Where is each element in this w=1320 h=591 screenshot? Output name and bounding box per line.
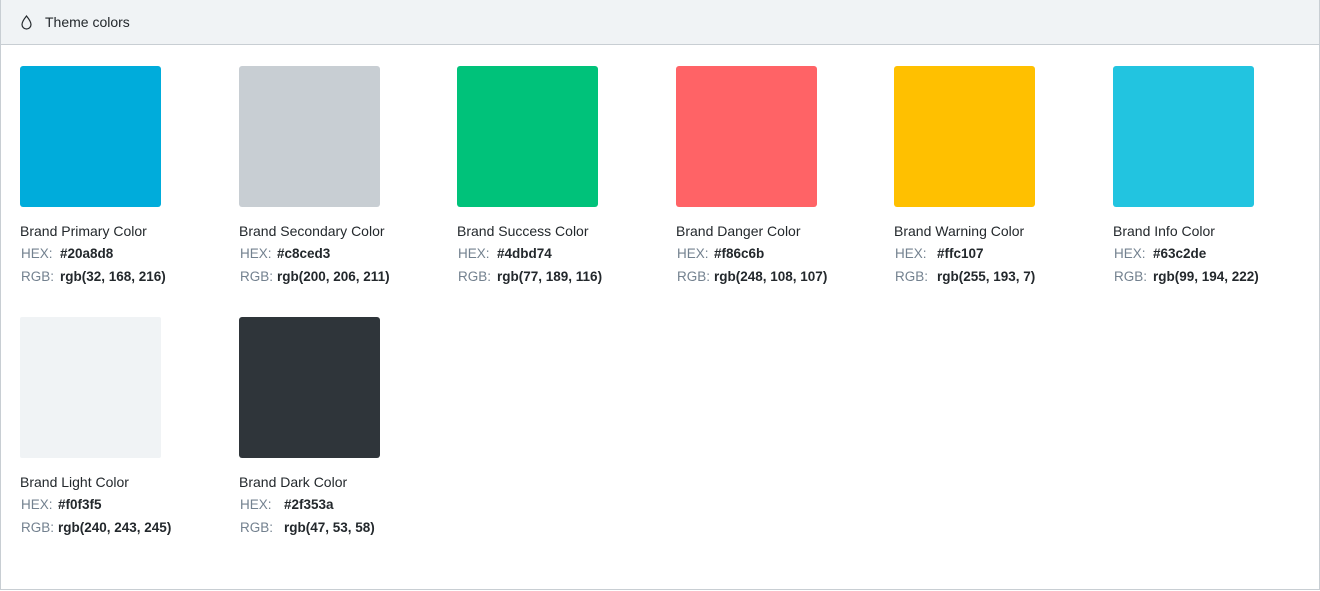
rgb-value: rgb(99, 194, 222) [1153, 269, 1259, 284]
rgb-label: RGB: [895, 269, 929, 284]
swatch-success: Brand Success Color HEX: #4dbd74 RGB: rgb(… [457, 66, 677, 285]
color-box [20, 66, 161, 207]
swatch-info: Brand Info Color HEX: #63c2de RGB: rgb(99,… [1113, 66, 1320, 285]
swatch-title: Brand Info Color [1113, 223, 1215, 239]
color-box [457, 66, 598, 207]
rgb-value: rgb(240, 243, 245) [58, 520, 172, 535]
swatch-danger: Brand Danger Color HEX: #f86c6b RGB: rgb(2… [676, 66, 896, 285]
hex-label: HEX: [458, 246, 490, 261]
drop-icon [19, 14, 33, 30]
hex-label: HEX: [21, 246, 53, 261]
hex-value: #f86c6b [714, 246, 765, 261]
swatch-primary: Brand Primary Color HEX: #20a8d8 RGB: rgb(… [20, 66, 240, 285]
rgb-value: rgb(32, 168, 216) [60, 269, 166, 284]
hex-row: HEX: #ffc107 [894, 246, 1114, 262]
rgb-row: RGB: rgb(255, 193, 7) [894, 269, 1114, 285]
rgb-row: RGB: rgb(32, 168, 216) [20, 269, 240, 285]
hex-row: HEX: #4dbd74 [457, 246, 677, 262]
hex-label: HEX: [677, 246, 709, 261]
rgb-label: RGB: [240, 269, 274, 284]
rgb-value: rgb(248, 108, 107) [714, 269, 828, 284]
rgb-label: RGB: [677, 269, 711, 284]
card-header: Theme colors [1, 0, 1319, 45]
swatch-title: Brand Warning Color [894, 223, 1025, 239]
rgb-row: RGB: rgb(248, 108, 107) [676, 269, 896, 285]
card-title: Theme colors [45, 14, 130, 30]
rgb-row: RGB: rgb(200, 206, 211) [239, 269, 459, 285]
hex-label: HEX: [21, 497, 53, 512]
hex-row: HEX: #f0f3f5 [20, 497, 240, 513]
swatch-warning: Brand Warning Color HEX: #ffc107 RGB: rgb(… [894, 66, 1114, 285]
rgb-row: RGB: rgb(77, 189, 116) [457, 269, 677, 285]
color-box [239, 66, 380, 207]
hex-value: #ffc107 [937, 246, 984, 261]
hex-value: #c8ced3 [277, 246, 331, 261]
rgb-label: RGB: [21, 269, 55, 284]
rgb-row: RGB: rgb(47, 53, 58) [239, 520, 459, 536]
hex-value: #20a8d8 [60, 246, 114, 261]
color-box [20, 317, 161, 458]
swatch-title: Brand Secondary Color [239, 223, 385, 239]
color-box [239, 317, 380, 458]
swatch-title: Brand Light Color [20, 474, 129, 490]
swatch-title: Brand Primary Color [20, 223, 147, 239]
color-box [1113, 66, 1254, 207]
rgb-row: RGB: rgb(99, 194, 222) [1113, 269, 1320, 285]
rgb-row: RGB: rgb(240, 243, 245) [20, 520, 240, 536]
hex-row: HEX: #2f353a [239, 497, 459, 513]
theme-colors-card: Theme colors Brand Primary Color HEX: #20… [0, 0, 1320, 590]
hex-label: HEX: [240, 497, 272, 512]
hex-value: #f0f3f5 [58, 497, 102, 512]
rgb-label: RGB: [21, 520, 55, 535]
color-box [676, 66, 817, 207]
hex-value: #4dbd74 [497, 246, 552, 261]
hex-value: #63c2de [1153, 246, 1207, 261]
color-box [894, 66, 1035, 207]
swatch-title: Brand Success Color [457, 223, 589, 239]
swatch-title: Brand Danger Color [676, 223, 801, 239]
swatch-light: Brand Light Color HEX: #f0f3f5 RGB: rgb(24… [20, 317, 240, 536]
hex-value: #2f353a [284, 497, 334, 512]
hex-row: HEX: #c8ced3 [239, 246, 459, 262]
hex-row: HEX: #63c2de [1113, 246, 1320, 262]
rgb-value: rgb(255, 193, 7) [937, 269, 1036, 284]
rgb-label: RGB: [1114, 269, 1148, 284]
hex-label: HEX: [895, 246, 927, 261]
hex-label: HEX: [240, 246, 272, 261]
rgb-label: RGB: [240, 520, 274, 535]
swatch-dark: Brand Dark Color HEX: #2f353a RGB: rgb(47,… [239, 317, 459, 536]
hex-label: HEX: [1114, 246, 1146, 261]
hex-row: HEX: #20a8d8 [20, 246, 240, 262]
swatch-title: Brand Dark Color [239, 474, 348, 490]
swatch-secondary: Brand Secondary Color HEX: #c8ced3 RGB: rg… [239, 66, 459, 285]
hex-row: HEX: #f86c6b [676, 246, 896, 262]
rgb-value: rgb(77, 189, 116) [497, 269, 603, 284]
rgb-label: RGB: [458, 269, 492, 284]
rgb-value: rgb(200, 206, 211) [277, 269, 390, 284]
rgb-value: rgb(47, 53, 58) [284, 520, 375, 535]
